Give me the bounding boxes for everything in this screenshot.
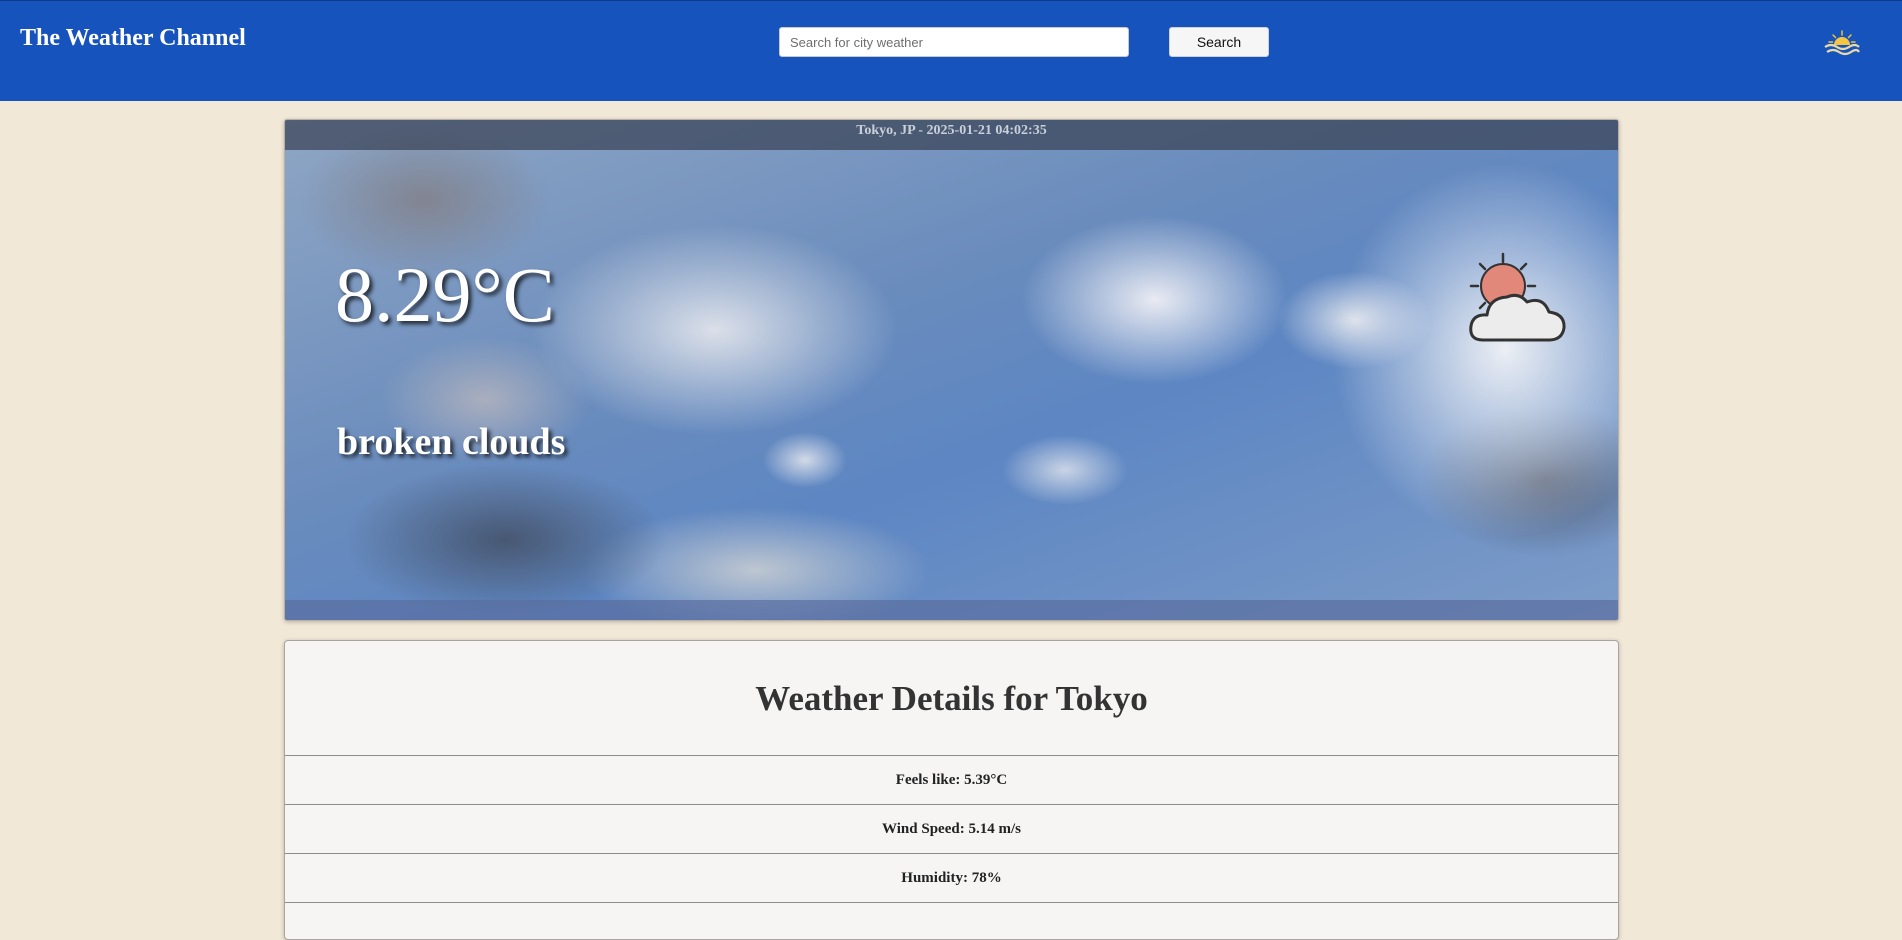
brand-title[interactable]: The Weather Channel [20,25,246,52]
top-header: The Weather Channel Search [0,0,1902,101]
weather-description: broken clouds [337,421,566,463]
sun-over-waves-icon[interactable] [1822,29,1862,59]
current-weather-card: Tokyo, JP - 2025-01-21 04:02:35 8.29°C b… [284,119,1619,621]
search-button[interactable]: Search [1169,27,1269,57]
hero-bottom-strip [285,600,1618,620]
location-time-bar: Tokyo, JP - 2025-01-21 04:02:35 [285,120,1618,150]
humidity-row: Humidity: 78% [285,854,1618,903]
feels-like-row: Feels like: 5.39°C [285,756,1618,805]
city-search-input[interactable] [779,27,1129,57]
weather-details-card: Weather Details for Tokyo Feels like: 5.… [284,640,1619,940]
details-title: Weather Details for Tokyo [285,641,1618,756]
partly-cloudy-icon [1469,252,1566,342]
current-temperature: 8.29°C [335,251,555,338]
wind-speed-row: Wind Speed: 5.14 m/s [285,805,1618,854]
location-time: Tokyo, JP - 2025-01-21 04:02:35 [856,123,1047,138]
